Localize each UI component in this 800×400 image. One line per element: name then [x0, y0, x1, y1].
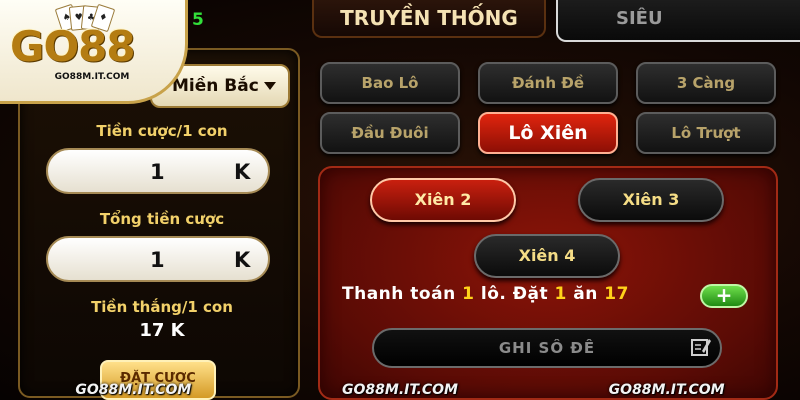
brand-logo: ♠ ♥ ♣ ♦ GO88 GO88M.IT.COM [0, 0, 188, 104]
total-stake-field: 1 K [46, 236, 270, 282]
game-type-3-cang[interactable]: 3 Càng [636, 62, 776, 104]
win-per-number-label: Tiền thắng/1 con [91, 298, 233, 316]
tab-traditional[interactable]: TRUYỀN THỐNG [312, 0, 546, 38]
chevron-down-icon [264, 82, 276, 90]
payout-part-3: ăn [573, 284, 598, 304]
game-type-bao-lo[interactable]: Bao Lô [320, 62, 460, 104]
game-type-dau-duoi[interactable]: Đầu Đuôi [320, 112, 460, 154]
payout-part-1: Thanh toán [342, 284, 456, 304]
xien-3-button[interactable]: Xiên 3 [578, 178, 724, 222]
total-unit: K [234, 248, 251, 272]
top-counter: 5 [192, 10, 204, 30]
xien-2-button[interactable]: Xiên 2 [370, 178, 516, 222]
region-select-value: Miền Bắc [172, 76, 259, 96]
total-stake-label: Tổng tiền cược [99, 210, 225, 228]
stake-per-number-input[interactable]: 1 K [46, 148, 270, 194]
logo-url: GO88M.IT.COM [54, 72, 130, 82]
xien-4-button[interactable]: Xiên 4 [474, 234, 620, 278]
edit-icon[interactable] [690, 336, 712, 358]
payout-win: 17 [604, 284, 629, 304]
game-type-lo-truot[interactable]: Lô Trượt [636, 112, 776, 154]
total-stake-value: 1 [150, 248, 165, 272]
game-type-danh-de[interactable]: Đánh Đề [478, 62, 618, 104]
logo-wordmark: GO88 [10, 22, 136, 71]
game-type-lo-xien[interactable]: Lô Xiên [478, 112, 618, 154]
add-icon[interactable]: + [700, 284, 748, 308]
tab-super[interactable]: SIÊU [556, 0, 800, 42]
win-per-number-value: 17 K [139, 320, 185, 341]
payout-text: Thanh toán 1 lô. Đặt 1 ăn 17 [342, 284, 629, 304]
payout-part-2: lô. Đặt [480, 284, 549, 304]
stake-per-number-label: Tiền cược/1 con [96, 122, 228, 140]
stake-per-number-value: 1 [150, 160, 165, 184]
payout-count: 1 [462, 284, 475, 304]
stake-unit: K [234, 160, 251, 184]
place-bet-button[interactable]: ĐẶT CƯỢC [100, 360, 216, 400]
payout-stake: 1 [554, 284, 567, 304]
number-note-input[interactable] [372, 328, 722, 368]
game-screen: Miền Bắc Tiền cược/1 con 1 K Tổng tiền c… [0, 0, 800, 400]
